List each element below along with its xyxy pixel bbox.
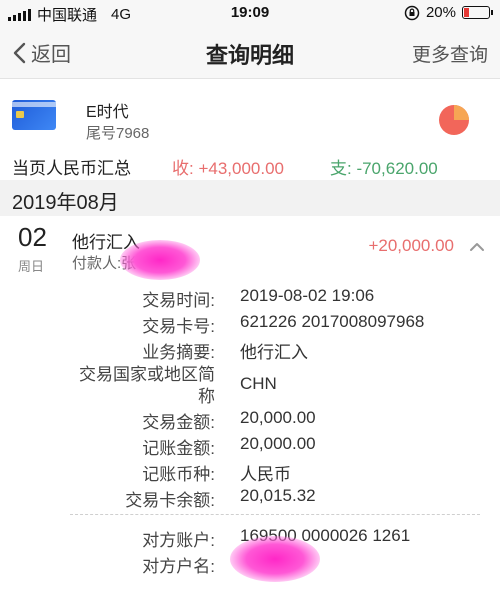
battery-label: 20% bbox=[425, 4, 456, 21]
detail-label: 交易卡余额: bbox=[125, 491, 215, 510]
page-summary: 当页人民币汇总 收: +43,000.00 支: -70,620.00 bbox=[0, 150, 500, 178]
status-right: 20% bbox=[404, 4, 493, 21]
expense-total: 支: -70,620.00 bbox=[330, 159, 438, 178]
month-header: 2019年08月 bbox=[0, 180, 500, 216]
detail-value: 人民币 bbox=[240, 465, 291, 484]
detail-value: 20,000.00 bbox=[240, 434, 316, 453]
nav-bar: 返回 查询明细 更多查询 bbox=[0, 26, 500, 79]
card-selector[interactable]: E时代 尾号7968 bbox=[0, 86, 500, 146]
detail-value: 621226 2017008097968 bbox=[240, 312, 425, 331]
detail-value: 2019-08-02 19:06 bbox=[240, 286, 375, 305]
counterparty-label: 对方户名: bbox=[142, 557, 215, 576]
transaction-day: 02 bbox=[18, 222, 47, 252]
detail-value: 20,015.32 bbox=[240, 486, 316, 505]
divider bbox=[70, 514, 480, 515]
detail-label: 交易国家或地区简称 bbox=[79, 365, 215, 406]
counterparty-label: 对方账户: bbox=[142, 531, 215, 550]
chevron-up-icon[interactable] bbox=[468, 238, 486, 256]
detail-label: 记账币种: bbox=[142, 465, 215, 484]
transaction-details: 交易时间: 2019-08-02 19:06 交易卡号: 621226 2017… bbox=[0, 284, 500, 593]
pie-chart-icon[interactable] bbox=[438, 104, 470, 136]
transaction-weekday: 周日 bbox=[18, 259, 45, 274]
more-query-button[interactable]: 更多查询 bbox=[412, 40, 488, 67]
transaction-amount: +20,000.00 bbox=[368, 236, 454, 255]
battery-icon bbox=[462, 6, 493, 19]
detail-label: 记账金额: bbox=[142, 439, 215, 458]
bank-card-image bbox=[12, 100, 56, 130]
detail-value: 他行汇入 bbox=[240, 343, 308, 362]
detail-row: 交易国家或地区简称 CHN bbox=[0, 364, 500, 408]
detail-label: 交易时间: bbox=[142, 291, 215, 310]
redaction-mark bbox=[230, 536, 320, 582]
month-label: 2019年08月 bbox=[12, 192, 119, 214]
card-name: E时代 bbox=[86, 104, 129, 121]
detail-label: 交易卡号: bbox=[142, 317, 215, 336]
detail-value: CHN bbox=[240, 374, 277, 393]
summary-label: 当页人民币汇总 bbox=[12, 159, 131, 178]
detail-label: 交易金额: bbox=[142, 413, 215, 432]
status-bar: 中国联通 4G 19:09 20% bbox=[0, 0, 500, 26]
rotation-lock-icon bbox=[404, 5, 420, 20]
income-total: 收: +43,000.00 bbox=[172, 159, 285, 178]
detail-value: 20,000.00 bbox=[240, 408, 316, 427]
detail-label: 业务摘要: bbox=[142, 343, 215, 362]
redaction-mark bbox=[120, 240, 200, 280]
card-tail-number: 尾号7968 bbox=[86, 125, 150, 142]
transaction-row[interactable]: 02 周日 他行汇入 付款人:张 +20,000.00 bbox=[0, 218, 500, 280]
